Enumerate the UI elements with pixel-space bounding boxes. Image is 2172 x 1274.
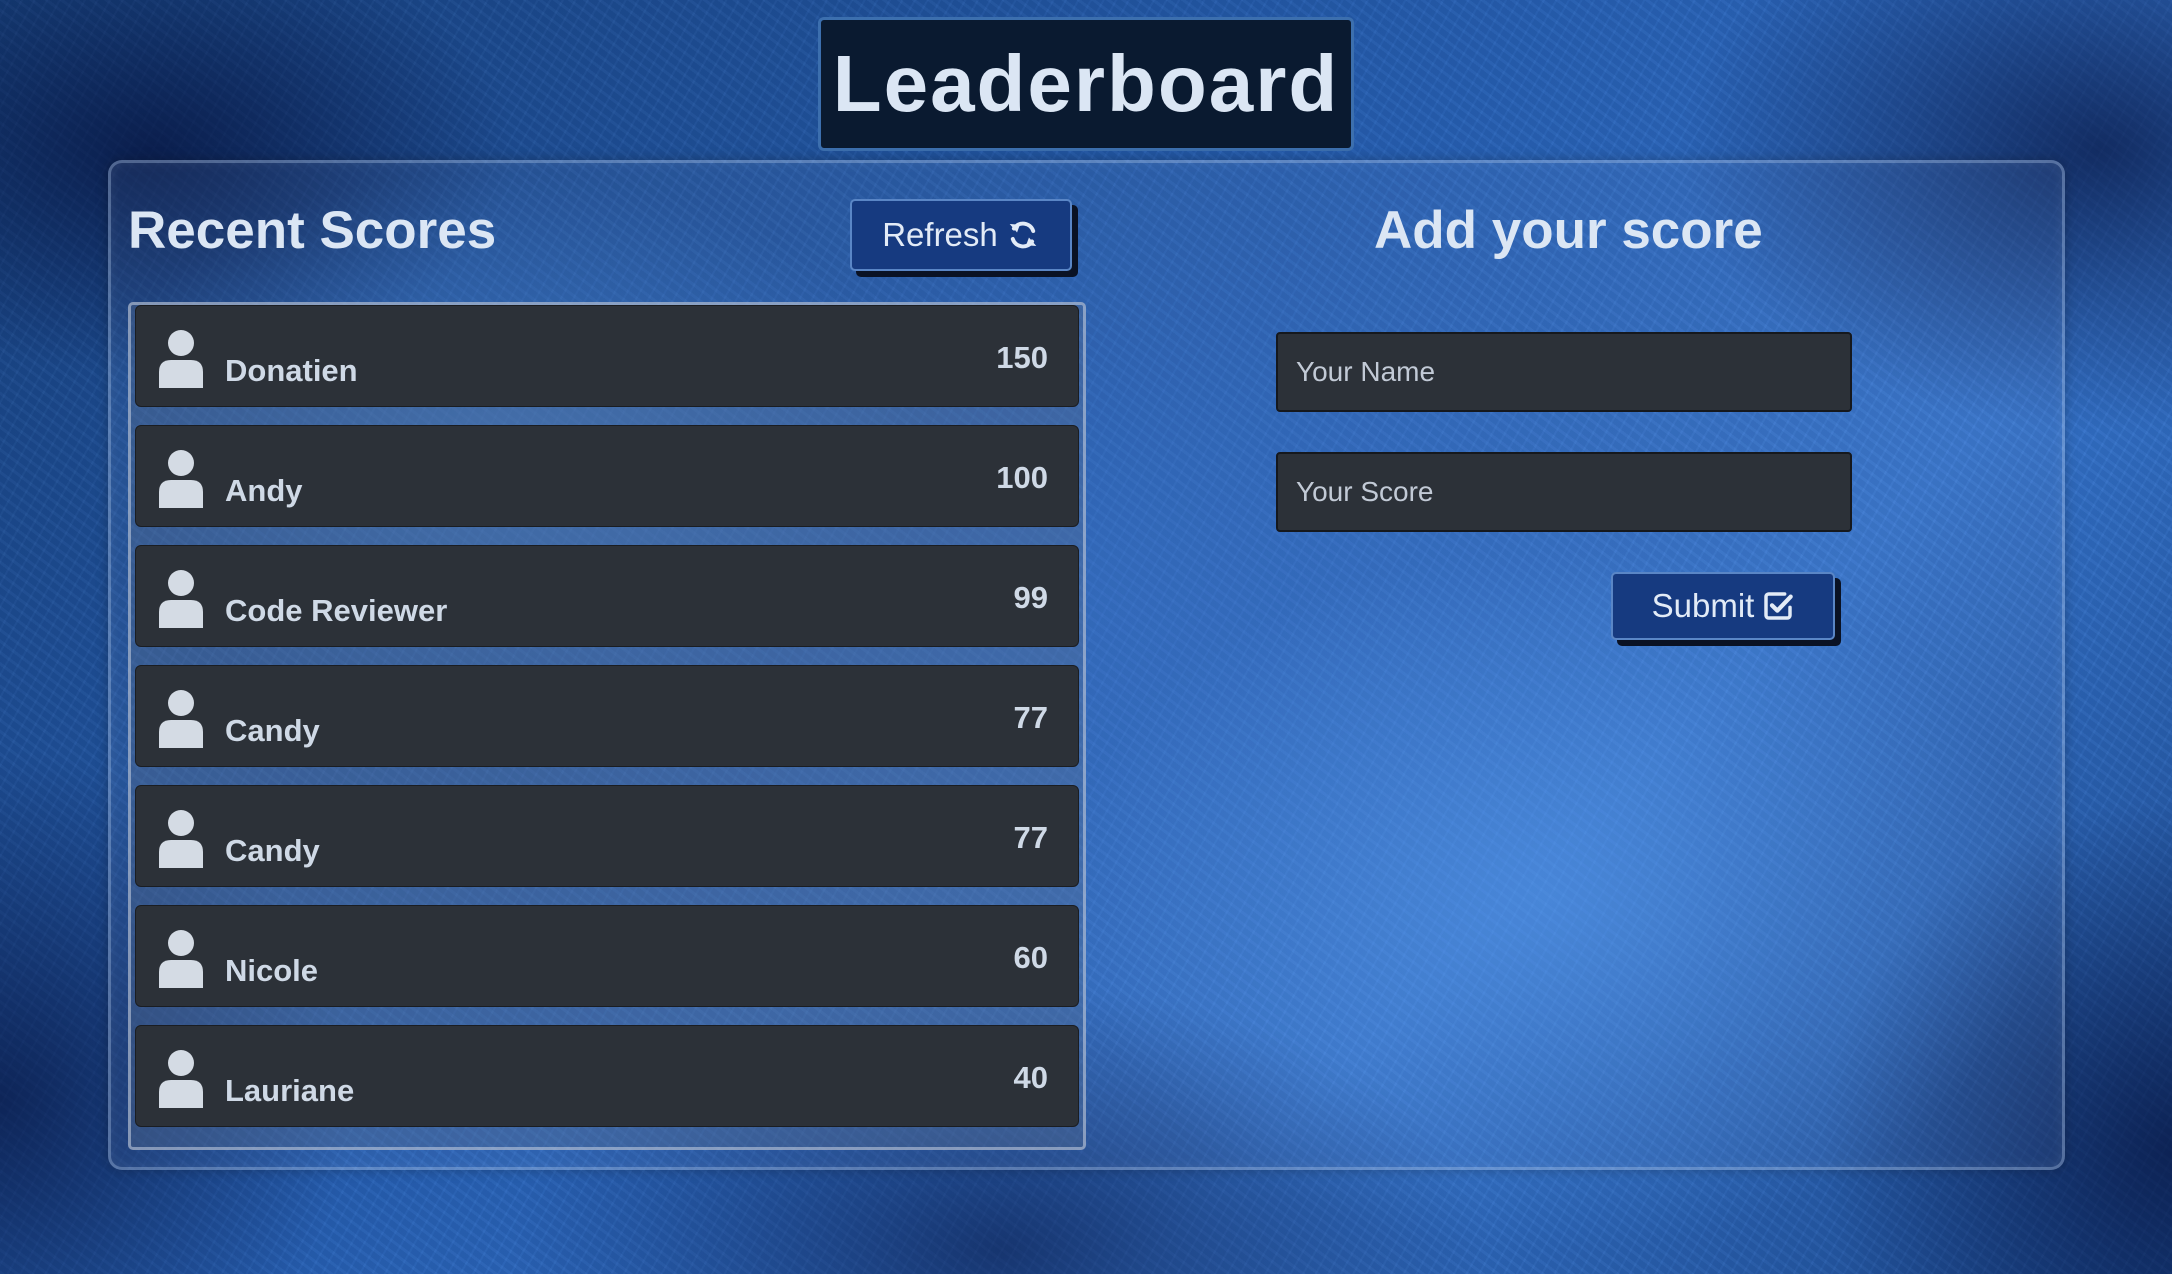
- score-input[interactable]: [1276, 452, 1852, 532]
- score-row: Donatien 150: [135, 305, 1079, 407]
- name-input[interactable]: [1276, 332, 1852, 412]
- player-score: 100: [996, 460, 1048, 495]
- score-row: Candy 77: [135, 785, 1079, 887]
- score-row: Andy 100: [135, 425, 1079, 527]
- player-score: 40: [1013, 1060, 1048, 1095]
- check-square-icon: [1764, 592, 1794, 620]
- score-row: Nicole 60: [135, 905, 1079, 1007]
- player-name: Candy: [225, 833, 320, 868]
- player-name: Donatien: [225, 353, 358, 388]
- player-name: Nicole: [225, 953, 319, 988]
- user-icon: [159, 930, 203, 988]
- submit-button[interactable]: Submit: [1611, 572, 1835, 640]
- user-icon: [159, 810, 203, 868]
- page-title: Leaderboard: [832, 39, 1340, 128]
- score-row: Code Reviewer 99: [135, 545, 1079, 647]
- refresh-button[interactable]: Refresh: [850, 199, 1072, 271]
- recent-scores-title: Recent Scores: [128, 201, 497, 260]
- player-score: 77: [1013, 820, 1048, 855]
- user-icon: [159, 1050, 203, 1108]
- player-score: 99: [1013, 580, 1048, 615]
- refresh-icon: [1009, 221, 1037, 249]
- user-icon: [159, 450, 203, 508]
- player-name: Lauriane: [225, 1073, 355, 1108]
- user-icon: [159, 570, 203, 628]
- scores-list: Donatien 150 Andy 100 Code Reviewer 99 Candy 77…: [128, 302, 1086, 1150]
- player-name: Candy: [225, 713, 320, 748]
- user-icon: [159, 330, 203, 388]
- player-name: Andy: [225, 473, 303, 508]
- score-row: Lauriane 40: [135, 1025, 1079, 1127]
- user-icon: [159, 690, 203, 748]
- player-score: 150: [996, 340, 1048, 375]
- player-score: 60: [1013, 940, 1048, 975]
- refresh-button-label: Refresh: [882, 216, 998, 253]
- leaderboard-title-box: Leaderboard: [818, 17, 1354, 151]
- player-name: Code Reviewer: [225, 593, 448, 628]
- score-row: Candy 77: [135, 665, 1079, 767]
- add-score-title: Add your score: [1374, 201, 1763, 260]
- submit-button-label: Submit: [1651, 587, 1755, 624]
- player-score: 77: [1013, 700, 1048, 735]
